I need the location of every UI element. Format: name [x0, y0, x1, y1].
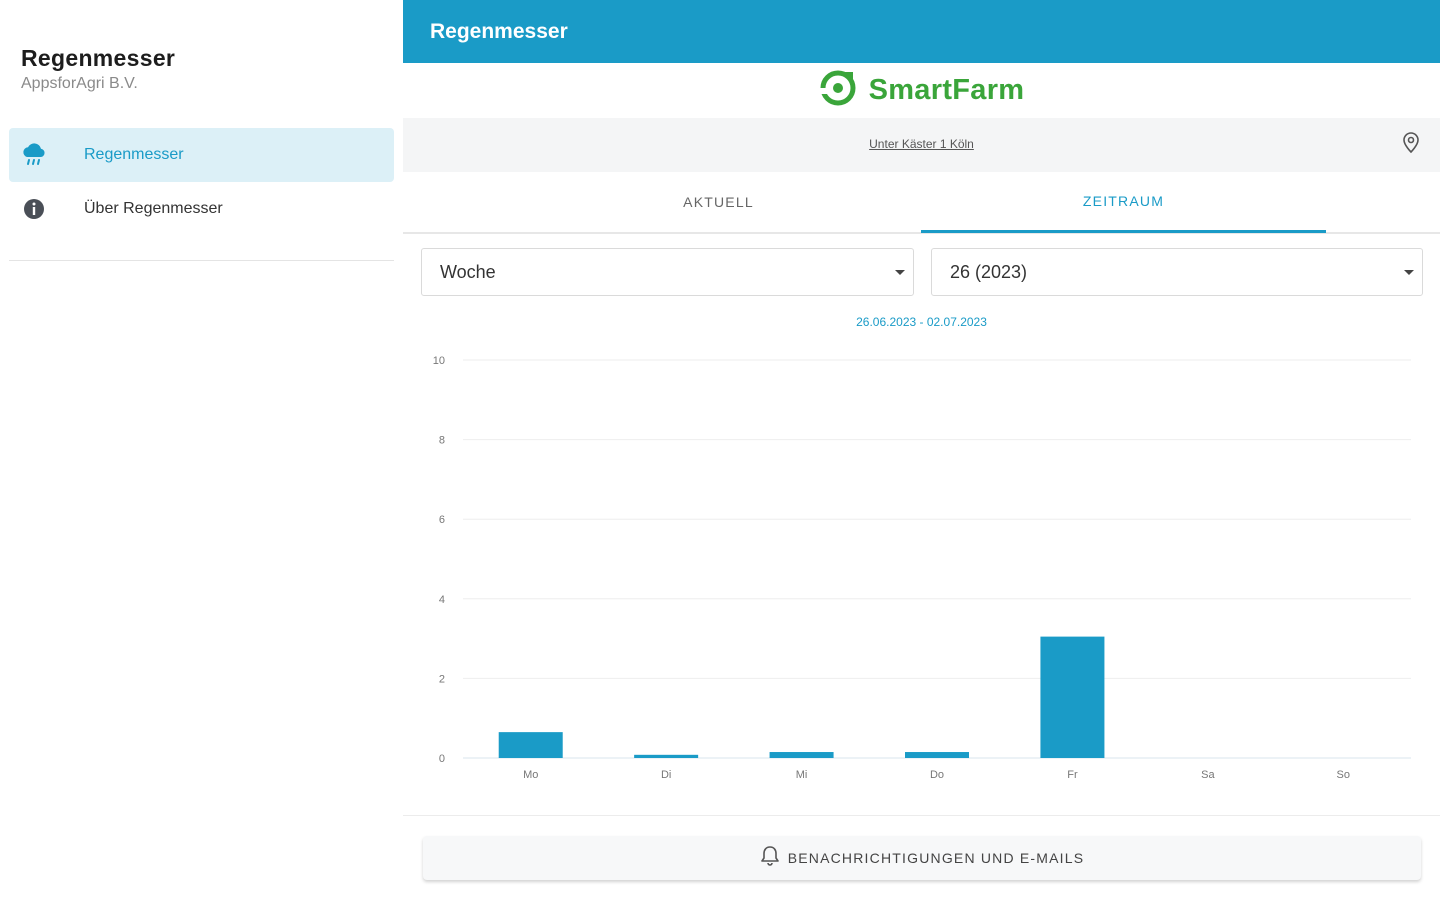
footer-divider [403, 815, 1440, 816]
period-select[interactable]: Woche [421, 248, 914, 296]
brand-name: SmartFarm [868, 74, 1025, 106]
period-select-value: Woche [440, 261, 496, 282]
tab-aktuell[interactable]: AKTUELL [516, 172, 921, 232]
tab-zeitraum[interactable]: ZEITRAUM [921, 172, 1326, 233]
page-title: Regenmesser [430, 20, 568, 43]
x-tick-label: Mo [523, 769, 538, 781]
y-tick-label: 2 [439, 673, 445, 685]
rain-cloud-icon [19, 140, 49, 170]
x-tick-label: Do [930, 769, 944, 781]
x-tick-label: Mi [796, 769, 808, 781]
notifications-button-label: BENACHRICHTIGUNGEN UND E-MAILS [787, 850, 1085, 866]
x-tick-label: So [1337, 769, 1350, 781]
x-tick-label: Di [661, 769, 671, 781]
y-tick-label: 10 [433, 355, 445, 367]
sidebar-item-label: Regenmesser [84, 146, 184, 163]
y-tick-label: 6 [439, 514, 445, 526]
location-bar: Unter Käster 1 Köln [403, 118, 1440, 172]
bar [634, 754, 699, 758]
app-title: Regenmesser [21, 45, 176, 71]
sidebar: Regenmesser AppsforAgri B.V. Regenmesser… [0, 0, 404, 900]
bell-icon [760, 845, 780, 872]
y-tick-label: 0 [439, 753, 445, 765]
y-tick-label: 8 [439, 435, 445, 447]
bar [1040, 636, 1105, 758]
smartfarm-logo-icon [818, 69, 857, 112]
week-select[interactable]: 26 (2023) [931, 248, 1423, 296]
main-content: Regenmesser SmartFarm Unter Käster 1 Köl… [403, 0, 1440, 900]
date-range: 26.06.2023 - 02.07.2023 [856, 315, 987, 329]
tab-bar: AKTUELL ZEITRAUM [403, 172, 1440, 234]
app-bar: Regenmesser [403, 0, 1440, 63]
sidebar-divider [9, 260, 394, 261]
location-link[interactable]: Unter Käster 1 Köln [403, 137, 1440, 151]
app-subtitle: AppsforAgri B.V. [21, 75, 138, 92]
x-tick-label: Sa [1201, 769, 1215, 781]
info-icon [19, 194, 49, 224]
brand-logo: SmartFarm [403, 63, 1440, 118]
caret-down-icon [1404, 269, 1414, 275]
map-pin-icon[interactable] [1402, 132, 1420, 159]
week-select-value: 26 (2023) [950, 261, 1028, 282]
bar [905, 752, 969, 758]
y-tick-label: 4 [439, 594, 445, 606]
sidebar-item-regenmesser[interactable]: Regenmesser [9, 128, 394, 182]
sidebar-item-label: Über Regenmesser [84, 200, 223, 217]
bar [498, 732, 563, 758]
rainfall-bar-chart: 0 2 4 6 8 10 Mo Di Mi Do Fr Sa So [433, 355, 1411, 781]
sidebar-item-ueber[interactable]: Über Regenmesser [9, 182, 394, 236]
notifications-button[interactable]: BENACHRICHTIGUNGEN UND E-MAILS [423, 836, 1421, 880]
bar [769, 752, 834, 758]
caret-down-icon [895, 269, 905, 275]
x-tick-label: Fr [1067, 769, 1078, 781]
